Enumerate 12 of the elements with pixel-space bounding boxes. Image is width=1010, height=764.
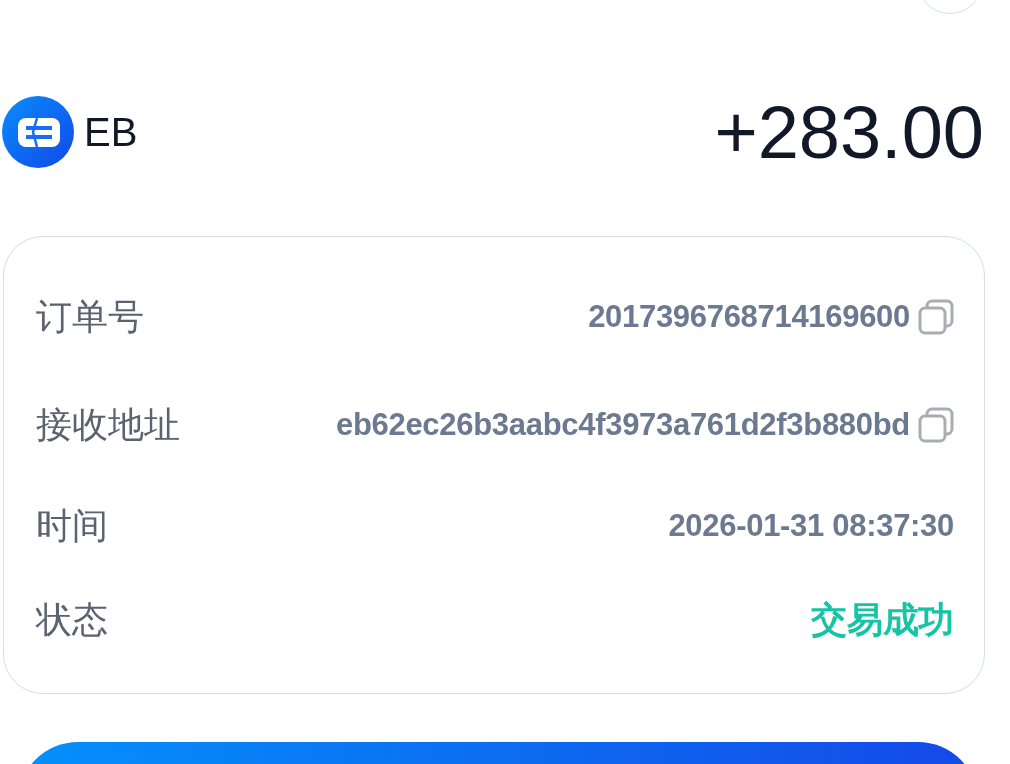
copy-icon[interactable]: [918, 407, 954, 443]
detail-value: eb62ec26b3aabc4f3973a761d2f3b880bd: [335, 407, 910, 443]
detail-value: 2017396768714169600: [588, 299, 910, 335]
detail-label: 订单号: [36, 294, 144, 339]
copy-icon[interactable]: [918, 299, 954, 335]
detail-label: 状态: [36, 597, 108, 642]
detail-label: 接收地址: [36, 402, 180, 447]
coin-symbol: EB: [84, 109, 138, 155]
status-value: 交易成功: [811, 597, 954, 642]
detail-label: 时间: [36, 503, 108, 548]
amount: +283.00: [714, 89, 984, 175]
detail-value: 2026-01-31 08:37:30: [668, 508, 954, 544]
